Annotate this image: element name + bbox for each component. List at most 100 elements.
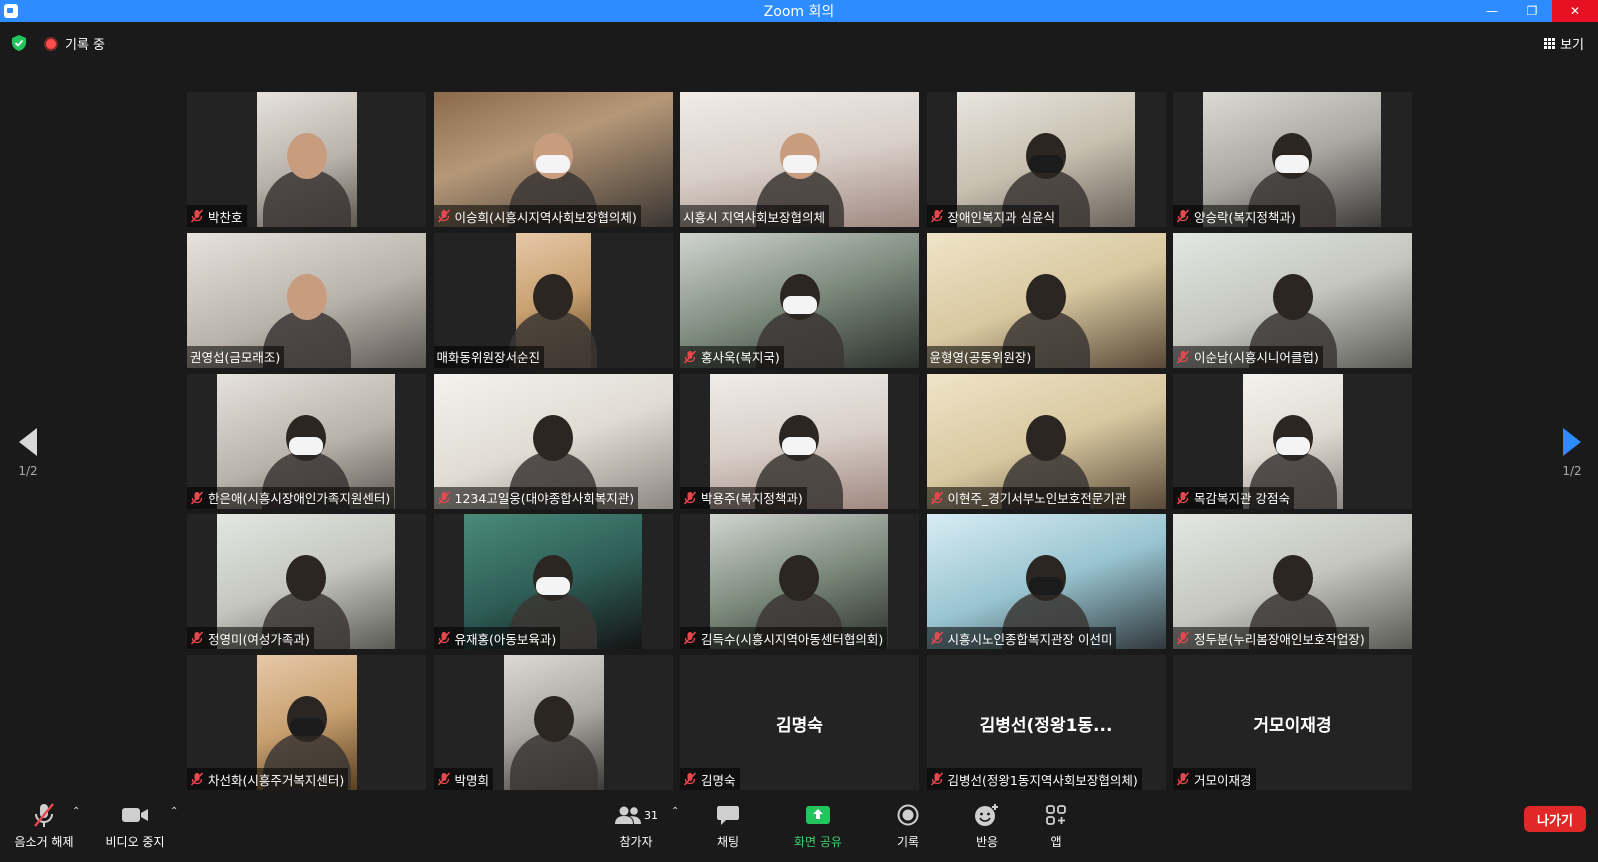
participant-nametag: 거모이재경 — [1173, 768, 1256, 791]
grid-view-icon — [1544, 38, 1556, 49]
participant-nametag: 장애인복지과 심윤식 — [926, 205, 1059, 227]
emoji-reaction-icon — [975, 804, 998, 826]
participant-head — [1026, 273, 1066, 320]
muted-mic-icon — [683, 631, 697, 645]
participant-tile[interactable]: 김득수(시흥시지역아동센터협의회) — [680, 514, 919, 650]
participant-tile[interactable]: 차선화(시흥주거복지센터) — [187, 655, 426, 791]
chat-button[interactable]: 채팅 — [710, 802, 746, 850]
participant-video — [257, 92, 357, 227]
video-camera-icon — [122, 808, 148, 822]
participant-name: 양승락(복지정책과) — [1194, 209, 1296, 225]
participant-name: 목감복지관 강점숙 — [1194, 491, 1290, 507]
participant-tile[interactable]: 양승락(복지정책과) — [1173, 92, 1412, 227]
prev-page-button[interactable]: 1/2 — [8, 428, 48, 478]
participant-tile[interactable]: 정두분(누리봄장애인보호작업장) — [1173, 514, 1412, 650]
muted-mic-icon — [1176, 350, 1190, 364]
participant-video — [503, 655, 604, 791]
participant-tile[interactable]: 김병선(정왕1동... 김병선(정왕1동지역사회보장협의체) — [926, 655, 1166, 791]
face-mask — [289, 436, 323, 455]
participant-tile[interactable]: 목감복지관 강점숙 — [1173, 373, 1412, 509]
muted-mic-icon — [683, 491, 697, 505]
reactions-button[interactable]: 반응 — [969, 802, 1005, 850]
participant-tile[interactable]: 이순남(시흥시니어클럽) — [1173, 232, 1412, 368]
participant-tile[interactable]: 거모이재경 거모이재경 — [1173, 655, 1412, 791]
participant-display-name: 김병선(정왕1동... — [979, 716, 1113, 737]
participant-nametag: 윤형영(공동위원장) — [926, 345, 1036, 368]
unmute-label: 음소거 해제 — [14, 835, 74, 849]
participant-head — [533, 696, 574, 743]
participant-tile[interactable]: 박명희 — [433, 655, 673, 791]
participant-tile[interactable]: 권영섭(금모래조) — [187, 232, 426, 368]
page-indicator-left: 1/2 — [18, 464, 38, 478]
window-controls: — ❐ ✕ — [1472, 0, 1598, 22]
muted-mic-icon — [190, 491, 204, 505]
participant-nametag: 1234고일웅(대야종합사회복지관) — [433, 486, 639, 509]
participant-name: 시흥시노인종합복지관장 이선미 — [947, 631, 1113, 647]
recording-indicator[interactable]: 기록 중 — [44, 34, 105, 53]
restore-icon[interactable]: ❐ — [1512, 0, 1552, 22]
view-label: 보기 — [1560, 38, 1584, 53]
share-screen-label: 화면 공유 — [794, 835, 842, 849]
participant-name: 정두분(누리봄장애인보호작업장) — [1194, 631, 1365, 647]
face-mask — [535, 577, 570, 596]
participant-nametag: 유재홍(아동보육과) — [433, 627, 561, 650]
stop-video-button[interactable]: 비디오 중지 — [104, 802, 166, 850]
participant-display-name: 김명숙 — [776, 716, 823, 737]
participant-name: 윤형영(공동위원장) — [929, 350, 1032, 366]
participant-tile[interactable]: 유재홍(아동보육과) — [433, 514, 673, 650]
microphone-muted-icon — [34, 803, 54, 827]
participant-tile[interactable]: 이승희(시흥시지역사회보장협의체) — [433, 92, 673, 227]
participant-name: 이승희(시흥시지역사회보장협의체) — [454, 209, 637, 225]
participant-tile[interactable]: 매화동위원장서순진 — [433, 232, 673, 368]
participant-head — [533, 273, 573, 320]
view-button[interactable]: 보기 — [1544, 34, 1584, 53]
chat-label: 채팅 — [716, 835, 740, 849]
participant-nametag: 시흥시노인종합복지관장 이선미 — [926, 627, 1117, 650]
participant-tile[interactable]: 홍사욱(복지국) — [680, 232, 919, 368]
participant-tile[interactable]: 이현주_경기서부노인보호전문기관 — [926, 373, 1166, 509]
participants-button[interactable]: 31 참가자 — [604, 802, 668, 850]
video-options-caret-icon[interactable]: ⌃ — [170, 806, 178, 817]
participant-tile[interactable]: 한은애(시흥시장애인가족지원센터) — [187, 373, 426, 509]
face-mask — [782, 436, 816, 455]
apps-button[interactable]: 앱 — [1041, 802, 1071, 850]
face-mask — [1275, 155, 1309, 173]
shield-icon[interactable] — [12, 35, 26, 51]
share-screen-button[interactable]: 화면 공유 — [790, 802, 846, 850]
record-button[interactable]: 기록 — [893, 802, 923, 850]
participant-name: 매화동위원장서순진 — [436, 350, 541, 366]
participant-tile[interactable]: 정영미(여성가족과) — [187, 514, 426, 650]
chat-bubble-icon — [717, 806, 739, 825]
participant-name: 시흥시 지역사회보장협의체 — [683, 209, 825, 225]
participant-nametag: 박찬호 — [187, 205, 247, 227]
close-icon[interactable]: ✕ — [1552, 0, 1598, 22]
participant-head — [1272, 555, 1313, 602]
participant-gallery: 박찬호 이승희(시흥시지역사회보장협의체) 시흥시 지역사회보장협의체 장애인복지과 … — [187, 92, 1412, 791]
participant-tile[interactable]: 장애인복지과 심윤식 — [926, 92, 1166, 227]
next-page-button[interactable]: 1/2 — [1552, 428, 1592, 478]
participant-tile[interactable]: 시흥시노인종합복지관장 이선미 — [926, 514, 1166, 650]
participant-nametag: 권영섭(금모래조) — [187, 345, 285, 368]
minimize-icon[interactable]: — — [1472, 0, 1512, 22]
unmute-button[interactable]: 음소거 해제 — [12, 802, 76, 850]
audio-options-caret-icon[interactable]: ⌃ — [72, 806, 80, 817]
participant-head — [287, 133, 327, 179]
participant-nametag: 홍사욱(복지국) — [680, 345, 784, 368]
participant-tile[interactable]: 김명숙 김명숙 — [680, 655, 919, 791]
muted-mic-icon — [437, 772, 450, 786]
participants-options-caret-icon[interactable]: ⌃ — [671, 806, 679, 817]
participant-tile[interactable]: 윤형영(공동위원장) — [926, 232, 1166, 368]
participant-name: 이순남(시흥시니어클럽) — [1194, 350, 1319, 366]
participant-tile[interactable]: 1234고일웅(대야종합사회복지관) — [433, 373, 673, 509]
face-mask — [782, 295, 817, 314]
leave-meeting-button[interactable]: 나가기 — [1524, 806, 1586, 832]
apps-label: 앱 — [1050, 835, 1062, 849]
participant-nametag: 한은애(시흥시장애인가족지원센터) — [187, 486, 395, 509]
participant-tile[interactable]: 박찬호 — [187, 92, 426, 227]
participant-tile[interactable]: 시흥시 지역사회보장협의체 — [680, 92, 919, 227]
participant-nametag: 김명숙 — [680, 768, 740, 791]
participant-name: 거모이재경 — [1194, 772, 1252, 788]
participant-tile[interactable]: 박용주(복지정책과) — [680, 373, 919, 509]
participant-nametag: 김득수(시흥시지역아동센터협의회) — [680, 627, 888, 650]
participant-name: 정영미(여성가족과) — [208, 631, 310, 647]
